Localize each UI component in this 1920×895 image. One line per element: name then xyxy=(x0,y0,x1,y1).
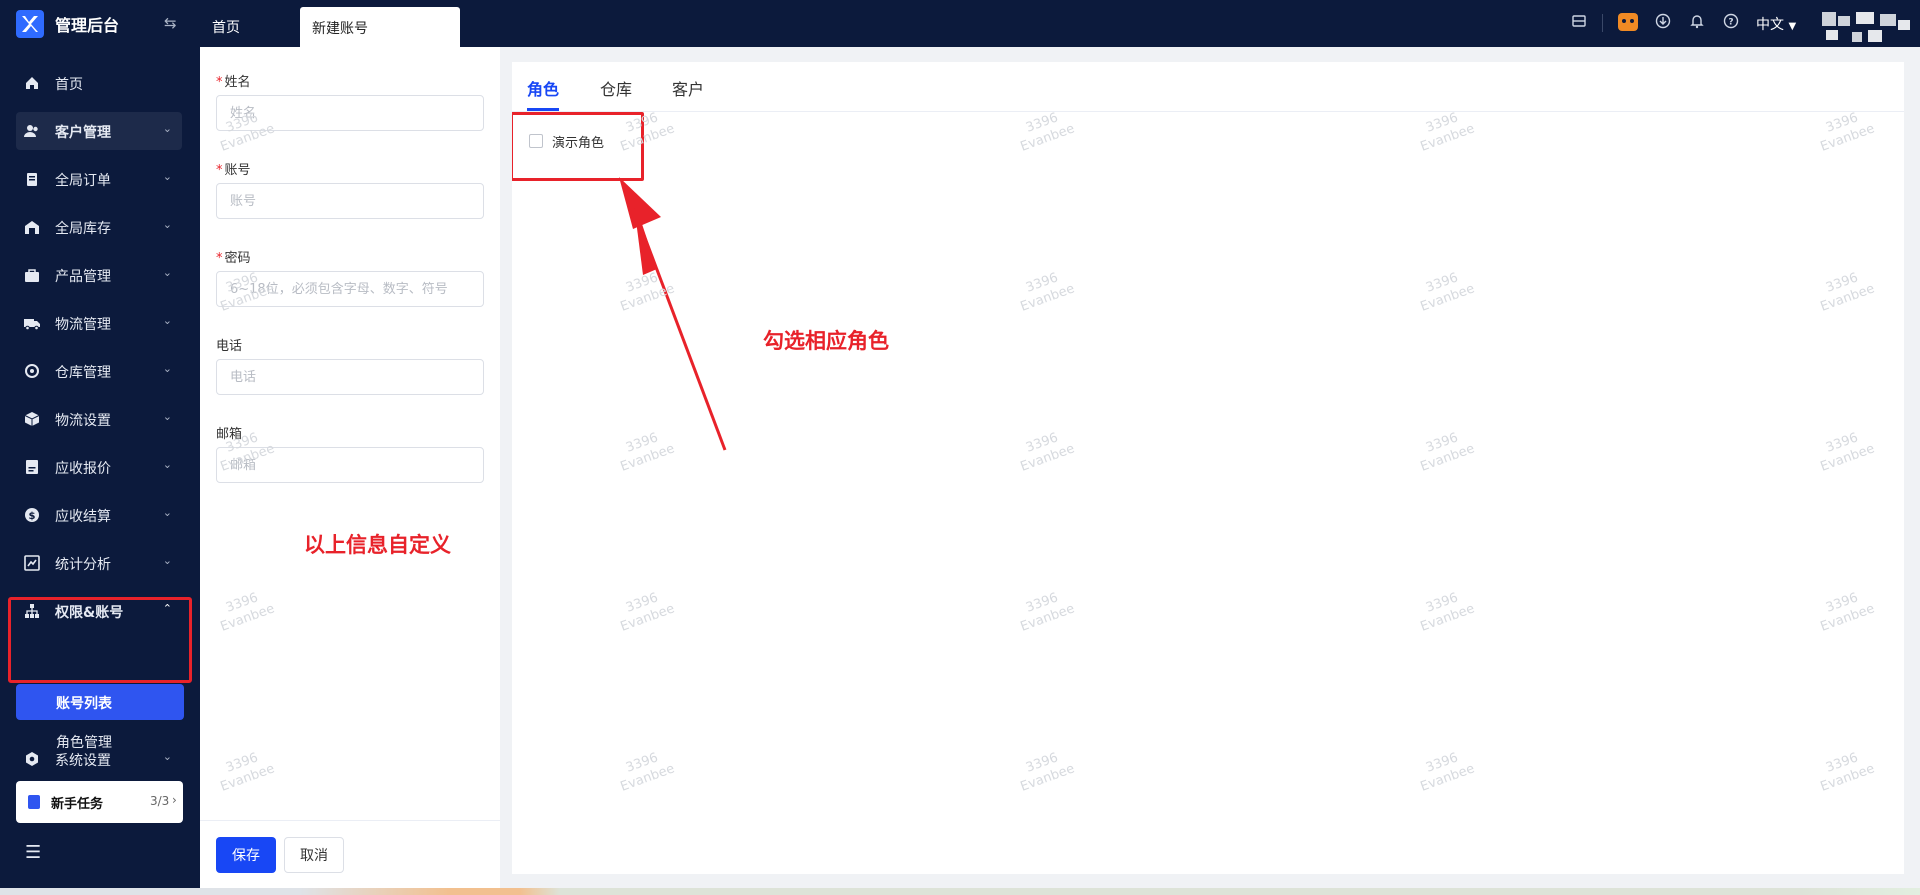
store-icon[interactable] xyxy=(1569,13,1589,33)
svg-text:$: $ xyxy=(29,511,36,522)
sidebar: 首页 客户管理 ⌄ 全局订单 ⌄ 全局库存 ⌄ 产品管理 ⌄ 物流管理 ⌄ 仓库… xyxy=(0,47,200,895)
cancel-button[interactable]: 取消 xyxy=(284,837,344,873)
field-label-text: 电话 xyxy=(216,339,243,354)
sidebar-item-home[interactable]: 首页 xyxy=(16,64,182,102)
chevron-down-icon: ⌄ xyxy=(162,410,172,423)
sidebar-item-logistics[interactable]: 物流管理 ⌄ xyxy=(16,304,182,342)
chevron-down-icon: ⌄ xyxy=(162,170,172,183)
chevron-down-icon: ⌄ xyxy=(162,266,172,279)
chevron-down-icon: ⌄ xyxy=(162,554,172,567)
swap-arrows-icon[interactable]: ⇆ xyxy=(164,14,177,32)
chevron-down-icon: ⌄ xyxy=(162,218,172,231)
annotation-highlight-box xyxy=(8,597,192,683)
tab-new-account[interactable]: 新建账号 xyxy=(300,7,460,47)
sidebar-item-label: 应收结算 xyxy=(55,509,111,525)
chart-icon xyxy=(24,555,40,571)
assignment-panel: 角色 仓库 客户 演示角色 勾选相应角色 xyxy=(512,62,1904,874)
tab-home[interactable]: 首页 xyxy=(212,17,240,37)
task-card-label: 新手任务 xyxy=(51,797,104,812)
language-selector[interactable]: 中文 ▼ xyxy=(1756,14,1796,34)
top-bar: 管理后台 ⇆ 首页 新建账号 ? 中文 ▼ xyxy=(0,0,1920,47)
sidebar-item-label: 仓库管理 xyxy=(55,365,111,381)
sidebar-item-statistics[interactable]: 统计分析 ⌄ xyxy=(16,544,182,582)
sidebar-item-system-settings[interactable]: 系统设置 ⌄ xyxy=(16,740,182,778)
sidebar-item-settlement[interactable]: $ 应收结算 ⌄ xyxy=(16,496,182,534)
chevron-down-icon: ⌄ xyxy=(162,122,172,135)
account-input[interactable] xyxy=(216,183,484,219)
sidebar-item-label: 全局订单 xyxy=(55,173,111,189)
robot-icon[interactable] xyxy=(1618,13,1638,31)
dollar-icon: $ xyxy=(24,507,40,523)
chevron-down-icon: ⌄ xyxy=(162,506,172,519)
annotation-select-role: 勾选相应角色 xyxy=(763,329,889,353)
annotation-custom-info: 以上信息自定义 xyxy=(304,533,451,557)
box-icon xyxy=(24,411,40,427)
tab-customers[interactable]: 客户 xyxy=(672,76,704,100)
sidebar-item-products[interactable]: 产品管理 ⌄ xyxy=(16,256,182,294)
onboarding-task-card[interactable]: 新手任务 3/3 › xyxy=(16,781,183,823)
bell-icon[interactable] xyxy=(1687,13,1707,33)
avatar[interactable] xyxy=(1822,6,1912,46)
field-label-password: * 密码 xyxy=(216,247,251,266)
sidebar-item-label: 首页 xyxy=(55,77,83,93)
tab-divider xyxy=(512,111,1904,112)
app-title: 管理后台 xyxy=(55,16,120,35)
tab-warehouses[interactable]: 仓库 xyxy=(600,76,632,100)
home-icon xyxy=(24,75,40,91)
field-label-text: 账号 xyxy=(224,163,251,178)
sidebar-item-label: 产品管理 xyxy=(55,269,111,285)
sidebar-item-label: 统计分析 xyxy=(55,557,111,573)
field-label-text: 姓名 xyxy=(224,75,251,90)
required-mark: * xyxy=(216,163,223,178)
product-icon xyxy=(24,267,40,283)
annotation-arrow xyxy=(619,177,727,451)
tab-roles[interactable]: 角色 xyxy=(527,76,559,100)
required-mark: * xyxy=(216,251,223,266)
sidebar-item-label: 应收报价 xyxy=(55,461,111,477)
sidebar-item-logistics-settings[interactable]: 物流设置 ⌄ xyxy=(16,400,182,438)
sidebar-item-orders[interactable]: 全局订单 ⌄ xyxy=(16,160,182,198)
orders-icon xyxy=(24,171,40,187)
warehouse-icon xyxy=(24,363,40,379)
download-icon[interactable] xyxy=(1653,13,1673,33)
sidebar-item-label: 全局库存 xyxy=(55,221,111,237)
truck-icon xyxy=(24,315,40,331)
sidebar-item-label: 系统设置 xyxy=(55,753,111,769)
field-label-phone: 电话 xyxy=(216,335,242,354)
sidebar-item-customers[interactable]: 客户管理 ⌄ xyxy=(16,112,182,150)
field-label-text: 密码 xyxy=(224,251,251,266)
bottom-scroll-strip xyxy=(0,888,1920,895)
toolbar-divider xyxy=(1602,14,1603,32)
chevron-down-icon: ⌄ xyxy=(162,750,172,763)
field-label-account: * 账号 xyxy=(216,159,251,178)
help-icon[interactable]: ? xyxy=(1721,13,1741,33)
logo-icon xyxy=(16,10,44,38)
quote-icon xyxy=(24,459,40,475)
sidebar-item-label: 物流管理 xyxy=(55,317,111,333)
inventory-icon xyxy=(24,219,40,235)
clipboard-icon xyxy=(28,795,40,809)
task-card-count: 3/3 xyxy=(150,794,170,808)
menu-collapse-icon[interactable]: ☰ xyxy=(25,842,41,863)
caret-down-icon: ▼ xyxy=(1788,21,1797,32)
phone-input[interactable] xyxy=(216,359,484,395)
chevron-down-icon: ⌄ xyxy=(162,314,172,327)
sidebar-item-quote[interactable]: 应收报价 ⌄ xyxy=(16,448,182,486)
sidebar-item-inventory[interactable]: 全局库存 ⌄ xyxy=(16,208,182,246)
sidebar-item-label: 客户管理 xyxy=(55,125,111,141)
language-label: 中文 xyxy=(1756,17,1784,33)
settings-icon xyxy=(24,751,40,767)
chevron-down-icon: ⌄ xyxy=(162,362,172,375)
customers-icon xyxy=(24,123,40,139)
required-mark: * xyxy=(216,75,223,90)
sidebar-item-warehouse[interactable]: 仓库管理 ⌄ xyxy=(16,352,182,390)
save-button[interactable]: 保存 xyxy=(216,837,276,873)
chevron-down-icon: ⌄ xyxy=(162,458,172,471)
chevron-right-icon: › xyxy=(172,793,177,807)
svg-text:?: ? xyxy=(1728,18,1733,28)
sidebar-item-label: 物流设置 xyxy=(55,413,111,429)
field-label-name: * 姓名 xyxy=(216,71,251,90)
sidebar-subitem-account-list[interactable]: 账号列表 xyxy=(16,684,184,720)
